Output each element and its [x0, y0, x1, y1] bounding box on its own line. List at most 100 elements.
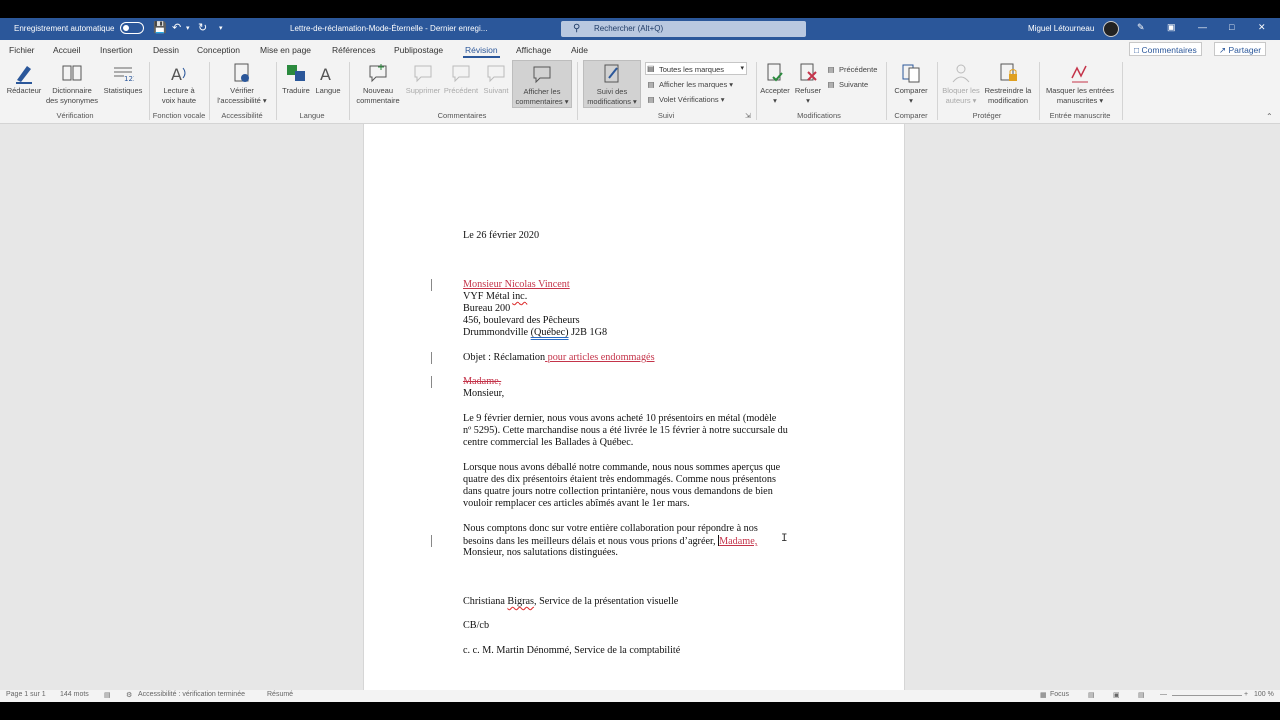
markup-view-select[interactable]: ▤ Toutes les marques ▾	[645, 62, 747, 75]
redacteur-button[interactable]: Rédacteur	[4, 60, 44, 108]
read-mode-icon[interactable]: ▤	[1088, 691, 1095, 699]
ribbon-separator	[756, 62, 757, 120]
zoom-out-icon[interactable]: —	[1160, 691, 1167, 698]
comments-button[interactable]: □ Commentaires	[1129, 42, 1202, 56]
recipient-address-2[interactable]: 456, boulevard des Pêcheurs	[463, 315, 580, 327]
previous-change-button[interactable]: ▤ Précédente	[825, 62, 877, 76]
new-comment-button[interactable]: Nouveau commentaire	[352, 60, 404, 108]
recipient-name[interactable]: Monsieur Nicolas Vincent	[463, 279, 570, 291]
restore-icon[interactable]: □	[1229, 22, 1234, 32]
zoom-slider[interactable]	[1172, 695, 1242, 696]
share-button[interactable]: ↗ Partager	[1214, 42, 1267, 56]
next-change-icon: ▤	[827, 79, 835, 89]
paragraph-2-line-3[interactable]: dans quatre jours notre collection print…	[463, 486, 773, 498]
tab-affichage[interactable]: Affichage	[516, 45, 551, 55]
redo-icon[interactable]: ↻	[198, 21, 207, 34]
language-button[interactable]: A Langue	[312, 60, 344, 108]
next-change-button[interactable]: ▤ Suivante	[825, 77, 868, 91]
letter-date[interactable]: Le 26 février 2020	[463, 230, 539, 242]
ribbon-display-icon[interactable]: ▣	[1167, 22, 1176, 33]
read-aloud-button[interactable]: A Lecture à voix haute	[152, 60, 206, 108]
tab-accueil[interactable]: Accueil	[53, 45, 80, 55]
paragraph-2-line-1[interactable]: Lorsque nous avons déballé notre command…	[463, 462, 780, 474]
statistiques-button[interactable]: 123 Statistiques	[100, 60, 146, 108]
tab-revision[interactable]: Révision	[463, 45, 500, 58]
next-comment-button[interactable]: Suivant	[480, 60, 512, 108]
tab-dessin[interactable]: Dessin	[153, 45, 179, 55]
tab-mise-en-page[interactable]: Mise en page	[260, 45, 311, 55]
show-comments-button[interactable]: Afficher les commentaires ▾	[512, 60, 572, 108]
tab-publipostage[interactable]: Publipostage	[394, 45, 443, 55]
status-accessibility[interactable]: Accessibilité : vérification terminée	[138, 691, 245, 698]
block-authors-button[interactable]: Bloquer les auteurs ▾	[940, 60, 982, 108]
reject-dropdown-icon: ▾	[806, 95, 810, 105]
status-zoom[interactable]: 100 %	[1254, 691, 1274, 698]
tab-conception[interactable]: Conception	[197, 45, 240, 55]
reject-button[interactable]: Refuser ▾	[792, 60, 824, 108]
pen-icon[interactable]: ✎	[1137, 22, 1145, 33]
check-accessibility-button[interactable]: Vérifier l'accessibilité ▾	[212, 60, 272, 108]
save-icon[interactable]: 💾	[153, 21, 167, 34]
tab-aide[interactable]: Aide	[571, 45, 588, 55]
tab-fichier[interactable]: Fichier	[9, 45, 35, 55]
paragraph-1-line-2[interactable]: nº 5295). Cette marchandise nous a été l…	[463, 425, 788, 437]
paragraph-1-line-3[interactable]: centre commercial les Ballades à Québec.	[463, 437, 633, 449]
new-comment-label-1: Nouveau	[362, 86, 394, 95]
translate-button[interactable]: Traduire	[280, 60, 312, 108]
undo-dropdown-icon[interactable]: ▾	[186, 24, 190, 32]
close-icon[interactable]: ✕	[1258, 22, 1266, 33]
accept-button[interactable]: Accepter ▾	[758, 60, 792, 108]
markup-icon: ▤	[647, 64, 655, 73]
track-changes-button[interactable]: Suivi des modifications ▾	[583, 60, 641, 108]
restrict-editing-button[interactable]: Restreindre la modification	[982, 60, 1034, 108]
thesaurus-button[interactable]: Dictionnaire des synonymes	[44, 60, 100, 108]
tab-references[interactable]: Références	[332, 45, 375, 55]
collapse-ribbon-icon[interactable]: ⌃	[1266, 112, 1273, 121]
show-markup-label: Afficher les marques ▾	[659, 79, 734, 89]
subject-line[interactable]: Objet : Réclamation pour articles endomm…	[463, 352, 655, 364]
group-language-label: Langue	[299, 111, 325, 120]
previous-comment-button[interactable]: Précédent	[442, 60, 480, 108]
minimize-icon[interactable]: —	[1198, 22, 1207, 32]
status-page[interactable]: Page 1 sur 1	[6, 691, 46, 698]
signature[interactable]: Christiana Bigras, Service de la présent…	[463, 596, 678, 608]
document-page[interactable]: Le 26 février 2020 Monsieur Nicolas Vinc…	[363, 124, 905, 690]
carbon-copy[interactable]: c. c. M. Martin Dénommé, Service de la c…	[463, 645, 680, 657]
compare-button[interactable]: Comparer ▾	[889, 60, 933, 108]
print-layout-icon[interactable]: ▣	[1113, 691, 1120, 699]
recipient-company[interactable]: VYF Métal inc.	[463, 291, 527, 303]
recipient-city[interactable]: Drummondville (Québec) J2B 1G8	[463, 327, 607, 339]
paragraph-3-line-3[interactable]: Monsieur, nos salutations distinguées.	[463, 547, 618, 559]
customize-toolbar-icon[interactable]: ▾	[219, 24, 223, 32]
recipient-address-1[interactable]: Bureau 200	[463, 303, 510, 315]
paragraph-2-line-2[interactable]: quatre des dix présentoirs étaient très …	[463, 474, 776, 486]
undo-icon[interactable]: ↶	[172, 21, 181, 34]
track-changes-label-2: modifications ▾	[587, 96, 637, 106]
show-markup-button[interactable]: ▤ Afficher les marques ▾	[645, 77, 733, 91]
deleted-salutation[interactable]: Madame,	[463, 376, 501, 388]
dialog-launcher-icon[interactable]: ⇲	[745, 112, 751, 120]
avatar[interactable]	[1103, 21, 1119, 37]
paragraph-2-line-4[interactable]: vouloir remplacer ces articles abîmés av…	[463, 498, 690, 510]
tab-insertion[interactable]: Insertion	[100, 45, 133, 55]
accept-icon	[758, 60, 792, 86]
zoom-in-icon[interactable]: +	[1244, 691, 1248, 698]
comment-icon: □	[1134, 45, 1140, 55]
web-layout-icon[interactable]: ▤	[1138, 691, 1145, 699]
status-mode: Résumé	[267, 691, 294, 698]
compare-icon	[889, 60, 933, 86]
document-title[interactable]: Lettre-de-réclamation-Mode-Éternelle - D…	[290, 24, 487, 33]
hide-ink-button[interactable]: Masquer les entrées manuscrites ▾	[1042, 60, 1118, 108]
autosave-toggle[interactable]	[120, 22, 144, 34]
paragraph-3-line-1[interactable]: Nous comptons donc sur votre entière col…	[463, 523, 758, 535]
proofing-icon[interactable]: ▤	[104, 691, 111, 699]
initials[interactable]: CB/cb	[463, 620, 489, 632]
paragraph-1-line-1[interactable]: Le 9 février dernier, nous vous avons ac…	[463, 413, 776, 425]
status-focus[interactable]: Focus	[1050, 691, 1069, 698]
status-words[interactable]: 144 mots	[60, 691, 89, 698]
search-box[interactable]: ⚲ Rechercher (Alt+Q)	[561, 21, 806, 37]
read-aloud-icon: A	[152, 60, 206, 86]
delete-comment-button[interactable]: Supprimer	[404, 60, 442, 108]
salutation[interactable]: Monsieur,	[463, 388, 504, 400]
reviewing-pane-button[interactable]: ▤ Volet Vérifications ▾	[645, 92, 724, 106]
